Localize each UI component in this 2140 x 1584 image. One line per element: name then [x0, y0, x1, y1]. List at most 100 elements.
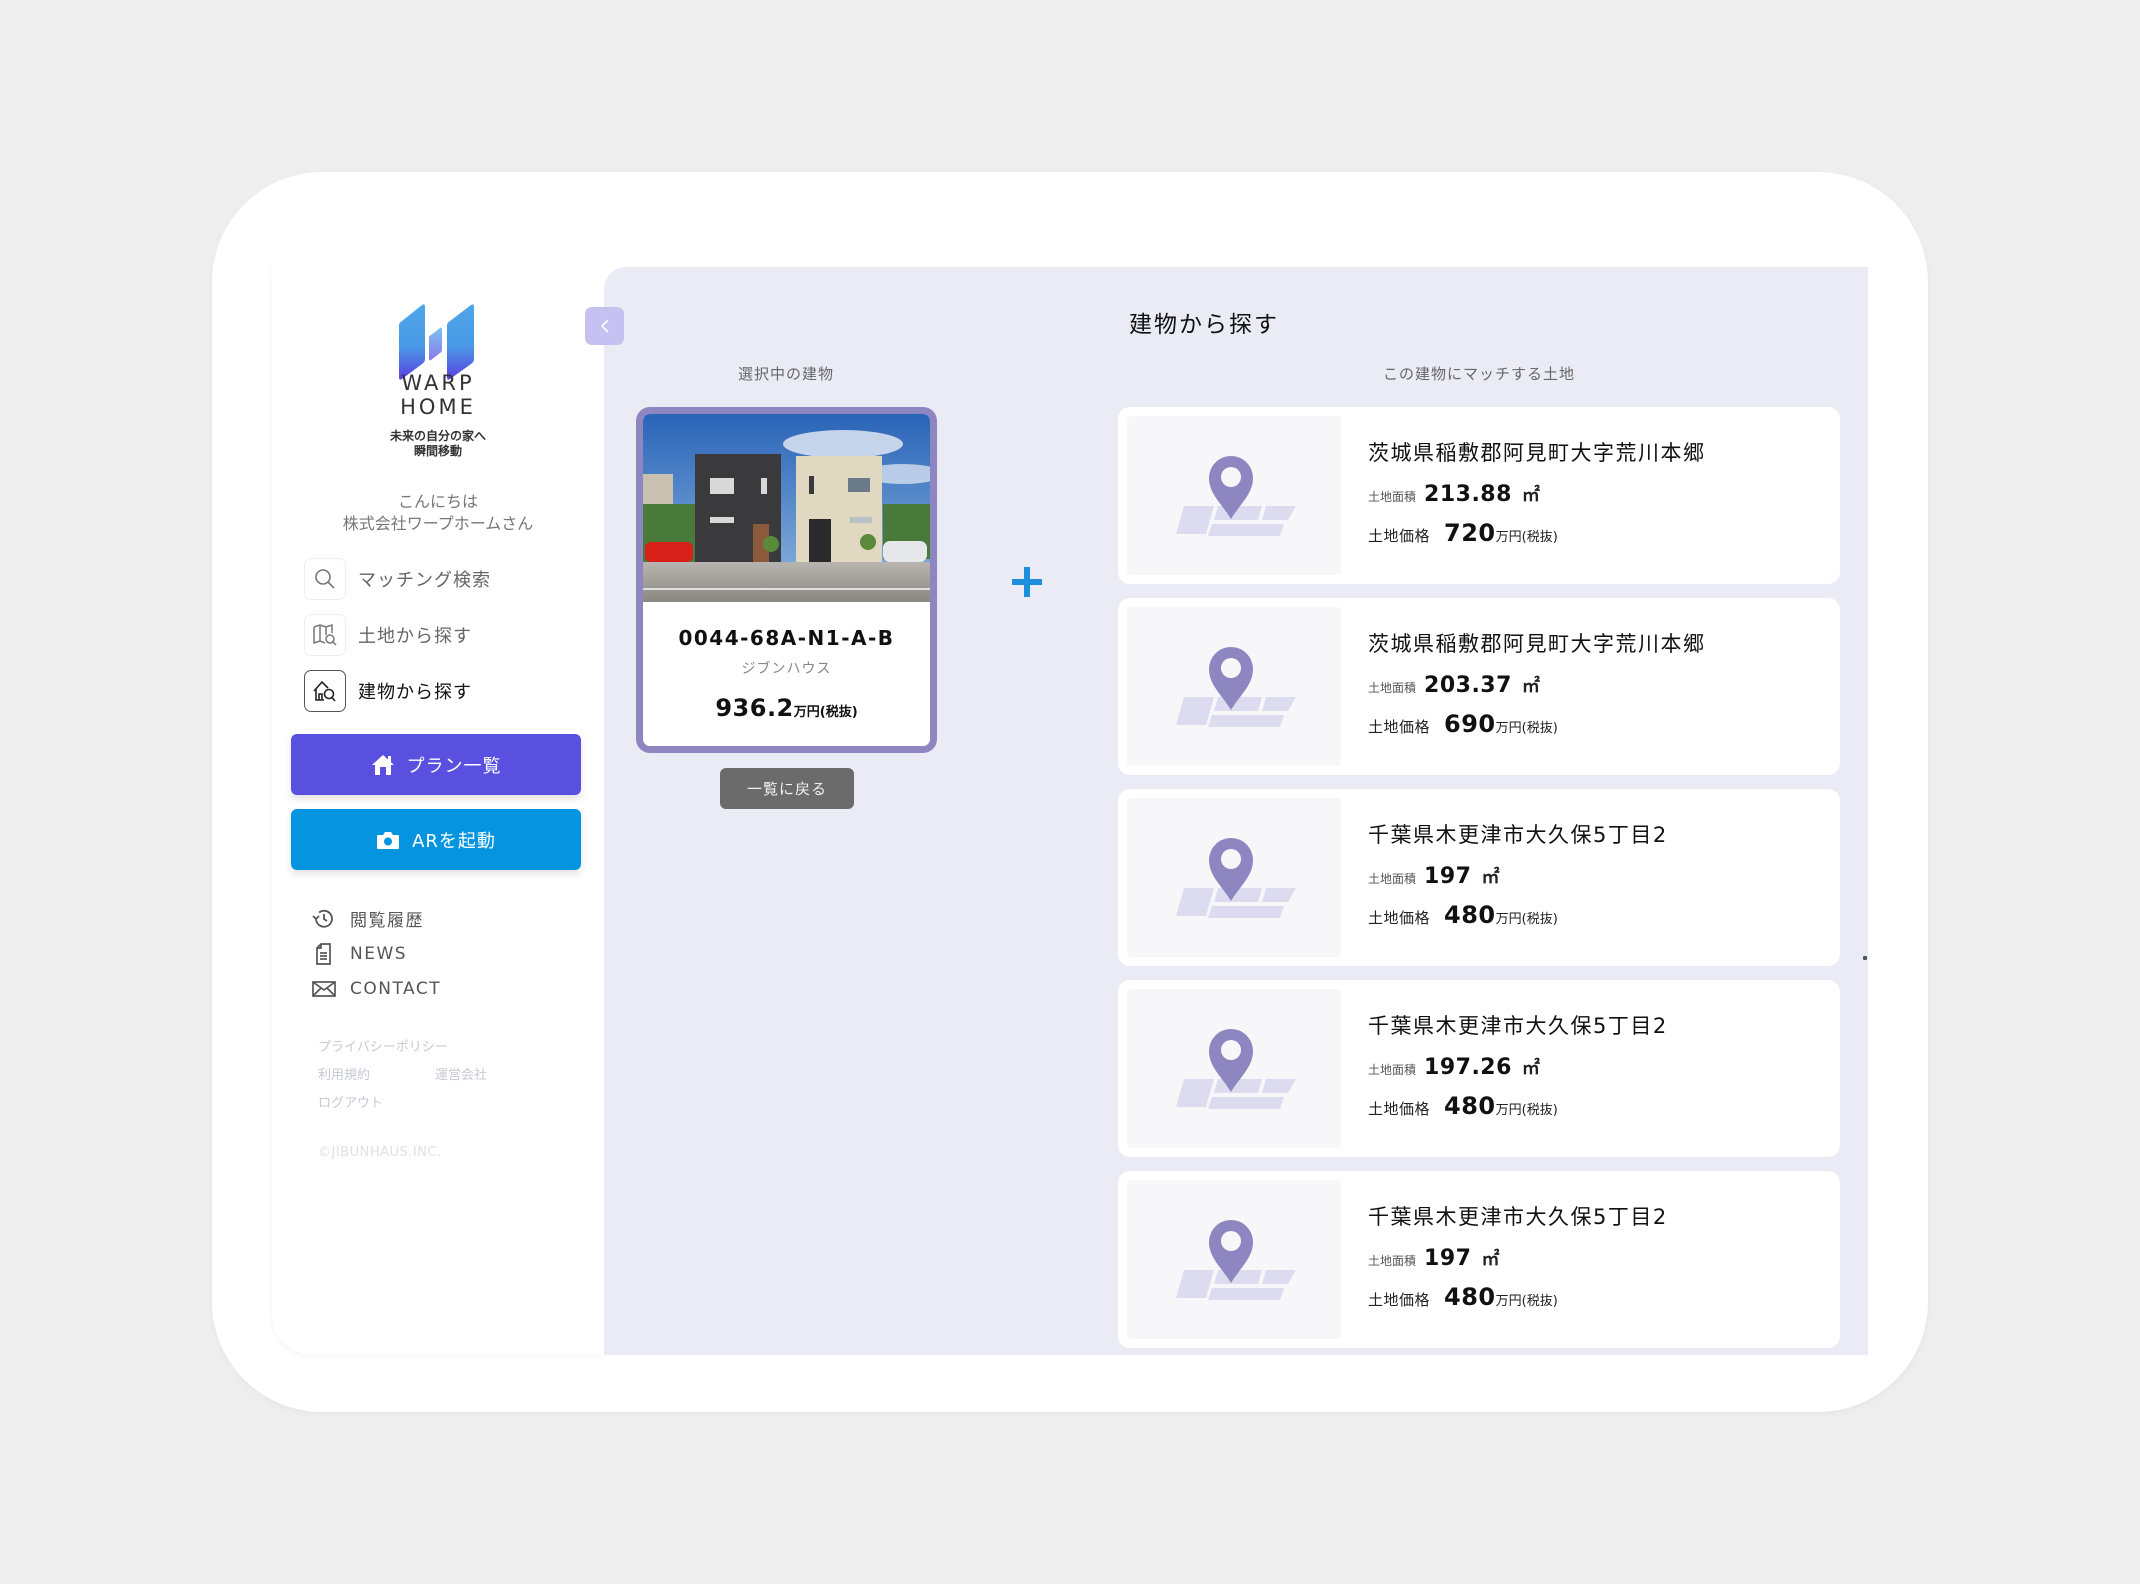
launch-ar-button[interactable]: ARを起動	[291, 809, 581, 870]
land-price-value: 480	[1444, 901, 1496, 929]
land-price-row: 土地価格 690 万円(税抜)	[1368, 710, 1706, 738]
map-pin-icon	[1176, 455, 1296, 536]
land-area-row: 土地面積 213.88 ㎡	[1368, 481, 1706, 507]
page-title: 建物から探す	[604, 305, 1868, 339]
land-area-value: 197.26	[1424, 1055, 1512, 1080]
mail-icon	[312, 980, 336, 997]
privacy-policy-link[interactable]: プライバシーポリシー	[318, 1040, 448, 1055]
land-thumbnail	[1127, 798, 1341, 957]
collapse-sidebar-button[interactable]	[585, 307, 624, 345]
tagline: 未来の自分の家へ 瞬間移動	[272, 429, 604, 459]
building-price-unit: 万円(税抜)	[793, 705, 858, 720]
land-area-row: 土地面積 197 ㎡	[1368, 863, 1668, 889]
land-price-row: 土地価格 480 万円(税抜)	[1368, 1283, 1668, 1311]
sub-item-label: 閲覧履歴	[350, 911, 424, 931]
logout-link[interactable]: ログアウト	[318, 1096, 383, 1111]
land-area-value: 213.88	[1424, 482, 1512, 507]
company-link[interactable]: 運営会社	[435, 1062, 487, 1090]
land-area-label: 土地面積	[1368, 1063, 1417, 1077]
land-price-value: 480	[1444, 1092, 1496, 1120]
nav-item-building-search[interactable]: 建物から探す	[304, 669, 594, 713]
land-area-unit: ㎡	[1521, 676, 1540, 697]
land-address: 茨城県稲敷郡阿見町大字荒川本郷	[1368, 632, 1706, 656]
map-pin-icon	[1176, 646, 1296, 727]
warp-home-logo	[399, 304, 474, 380]
land-price-unit: 万円(税抜)	[1495, 721, 1558, 736]
land-address: 千葉県木更津市大久保5丁目2	[1368, 823, 1668, 847]
greeting-user-name: 株式会社ワープホームさん	[342, 514, 534, 533]
land-info: 千葉県木更津市大久保5丁目2 土地面積 197 ㎡ 土地価格 480 万円(税抜…	[1368, 1201, 1668, 1311]
map-pin-icon	[1176, 1219, 1296, 1300]
land-address: 茨城県稲敷郡阿見町大字荒川本郷	[1368, 441, 1706, 465]
land-address: 千葉県木更津市大久保5丁目2	[1368, 1014, 1668, 1038]
land-area-value: 197	[1424, 864, 1472, 889]
scrollbar-indicator[interactable]	[1863, 956, 1867, 960]
land-area-unit: ㎡	[1521, 485, 1540, 506]
land-area-unit: ㎡	[1481, 1249, 1500, 1270]
land-area-value: 203.37	[1424, 673, 1512, 698]
selected-building-label: 選択中の建物	[737, 365, 834, 383]
land-price-label: 土地価格	[1368, 1100, 1431, 1118]
selected-building-card[interactable]: 0044-68A-N1-A-B ジブンハウス 936.2万円(税抜)	[636, 407, 937, 753]
plan-list-button[interactable]: プラン一覧	[291, 734, 581, 795]
greeting-hello: こんにちは	[397, 492, 478, 511]
land-price-unit: 万円(税抜)	[1495, 1294, 1558, 1309]
copyright: ©JIBUNHAUS.INC.	[318, 1145, 442, 1160]
nav-label: 土地から探す	[358, 626, 472, 647]
land-info: 茨城県稲敷郡阿見町大字荒川本郷 土地面積 203.37 ㎡ 土地価格 690 万…	[1368, 628, 1706, 738]
land-info: 千葉県木更津市大久保5丁目2 土地面積 197.26 ㎡ 土地価格 480 万円…	[1368, 1010, 1668, 1120]
land-area-unit: ㎡	[1481, 867, 1500, 888]
plan-list-label: プラン一覧	[406, 755, 502, 777]
sub-item-history[interactable]: 閲覧履歴	[312, 901, 441, 936]
land-thumbnail	[1127, 1180, 1341, 1339]
house-icon	[371, 754, 394, 775]
nav-item-land-search[interactable]: 土地から探す	[304, 613, 594, 657]
sub-item-contact[interactable]: CONTACT	[312, 971, 441, 1006]
land-thumbnail	[1127, 416, 1341, 575]
document-icon	[316, 942, 331, 965]
map-pin-icon	[1176, 837, 1296, 918]
secondary-nav: 閲覧履歴 NEWS CONTACT	[312, 901, 441, 1006]
building-plan-id: 0044-68A-N1-A-B	[678, 626, 895, 650]
land-card[interactable]: 千葉県木更津市大久保5丁目2 土地面積 197.26 ㎡ 土地価格 480 万円…	[1118, 980, 1840, 1157]
map-search-icon	[304, 614, 346, 656]
nav-item-matching-search[interactable]: マッチング検索	[304, 557, 594, 601]
tagline-line-1: 未来の自分の家へ	[389, 429, 486, 443]
land-area-row: 土地面積 197 ㎡	[1368, 1245, 1668, 1271]
sidebar: WARP HOME 未来の自分の家へ 瞬間移動 こんにちは 株式会社ワープホーム…	[272, 267, 604, 1355]
land-price-value: 720	[1444, 519, 1496, 547]
land-price-label: 土地価格	[1368, 1291, 1431, 1309]
sub-item-label: NEWS	[350, 943, 408, 964]
land-area-label: 土地面積	[1368, 1254, 1417, 1268]
land-card[interactable]: 茨城県稲敷郡阿見町大字荒川本郷 土地面積 213.88 ㎡ 土地価格 720 万…	[1118, 407, 1840, 584]
land-area-row: 土地面積 197.26 ㎡	[1368, 1054, 1668, 1080]
land-area-value: 197	[1424, 1246, 1472, 1271]
land-area-row: 土地面積 203.37 ㎡	[1368, 672, 1706, 698]
history-icon	[312, 909, 333, 928]
land-card[interactable]: 千葉県木更津市大久保5丁目2 土地面積 197 ㎡ 土地価格 480 万円(税抜…	[1118, 1171, 1840, 1348]
matching-land-list: 茨城県稲敷郡阿見町大字荒川本郷 土地面積 213.88 ㎡ 土地価格 720 万…	[1118, 407, 1840, 1355]
sub-item-news[interactable]: NEWS	[312, 936, 441, 971]
nav-label: 建物から探す	[358, 682, 472, 703]
main-nav: マッチング検索 土地から探す 建物から探す	[304, 557, 594, 725]
land-area-label: 土地面積	[1368, 681, 1417, 695]
map-pin-icon	[1176, 1028, 1296, 1109]
chevron-left-icon	[600, 319, 609, 333]
terms-link[interactable]: 利用規約	[318, 1062, 435, 1090]
launch-ar-label: ARを起動	[412, 830, 496, 852]
land-price-label: 土地価格	[1368, 909, 1431, 927]
house-search-icon	[304, 670, 346, 712]
land-price-row: 土地価格 720 万円(税抜)	[1368, 519, 1706, 547]
sub-item-label: CONTACT	[350, 978, 442, 999]
footer-links: プライバシーポリシー 利用規約 運営会社 ログアウト	[318, 1034, 578, 1118]
camera-icon	[377, 831, 400, 849]
land-card[interactable]: 茨城県稲敷郡阿見町大字荒川本郷 土地面積 203.37 ㎡ 土地価格 690 万…	[1118, 598, 1840, 775]
land-thumbnail	[1127, 989, 1341, 1148]
land-price-value: 690	[1444, 710, 1496, 738]
land-card[interactable]: 千葉県木更津市大久保5丁目2 土地面積 197 ㎡ 土地価格 480 万円(税抜…	[1118, 789, 1840, 966]
land-address: 千葉県木更津市大久保5丁目2	[1368, 1205, 1668, 1229]
land-thumbnail	[1127, 607, 1341, 766]
land-area-label: 土地面積	[1368, 490, 1417, 504]
building-photo	[643, 414, 930, 602]
back-to-list-button[interactable]: 一覧に戻る	[720, 768, 854, 809]
